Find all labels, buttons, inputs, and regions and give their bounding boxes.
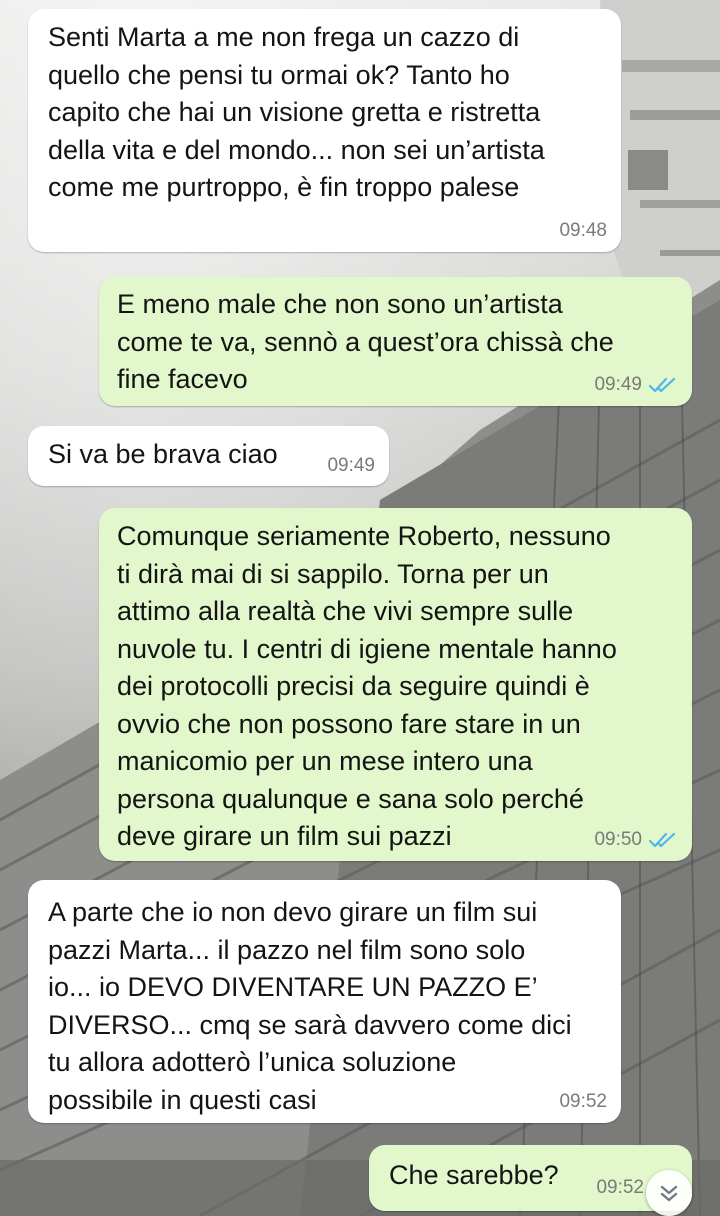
message-timestamp: 09:49 [594,374,642,395]
message-text: Si va be brava ciao [48,439,278,469]
message-text: Senti Marta a me non frega un cazzo di q… [48,22,545,202]
read-ticks-icon [648,377,676,393]
message-meta: 09:52 [559,1091,607,1113]
double-chevron-down-icon [660,1185,678,1202]
message-timestamp: 09:50 [594,829,642,850]
read-ticks-icon [648,832,676,848]
message-text: A parte che io non devo girare un film s… [48,897,572,1115]
message-meta: 09:52 [596,1177,644,1199]
message-bubble-outgoing[interactable]: Che sarebbe? 09:52 [369,1145,692,1211]
message-text: Comunque seriamente Roberto, nessuno ti … [117,521,617,851]
message-timestamp: 09:48 [559,220,607,241]
message-bubble-incoming[interactable]: Si va be brava ciao 09:49 [28,426,389,486]
message-text: E meno male che non sono un’artista come… [117,289,614,394]
message-meta: 09:48 [559,220,607,242]
message-timestamp: 09:52 [596,1177,644,1198]
message-meta: 09:50 [594,829,678,851]
message-timestamp: 09:49 [327,455,375,476]
message-bubble-outgoing[interactable]: E meno male che non sono un’artista come… [99,277,692,406]
message-bubble-outgoing[interactable]: Comunque seriamente Roberto, nessuno ti … [99,508,692,861]
message-meta: 09:49 [594,374,678,396]
message-bubble-incoming[interactable]: A parte che io non devo girare un film s… [28,880,621,1123]
message-timestamp: 09:52 [559,1091,607,1112]
message-meta: 09:49 [327,455,375,477]
message-bubble-incoming[interactable]: Senti Marta a me non frega un cazzo di q… [28,9,621,252]
scroll-to-bottom-button[interactable] [646,1170,692,1216]
